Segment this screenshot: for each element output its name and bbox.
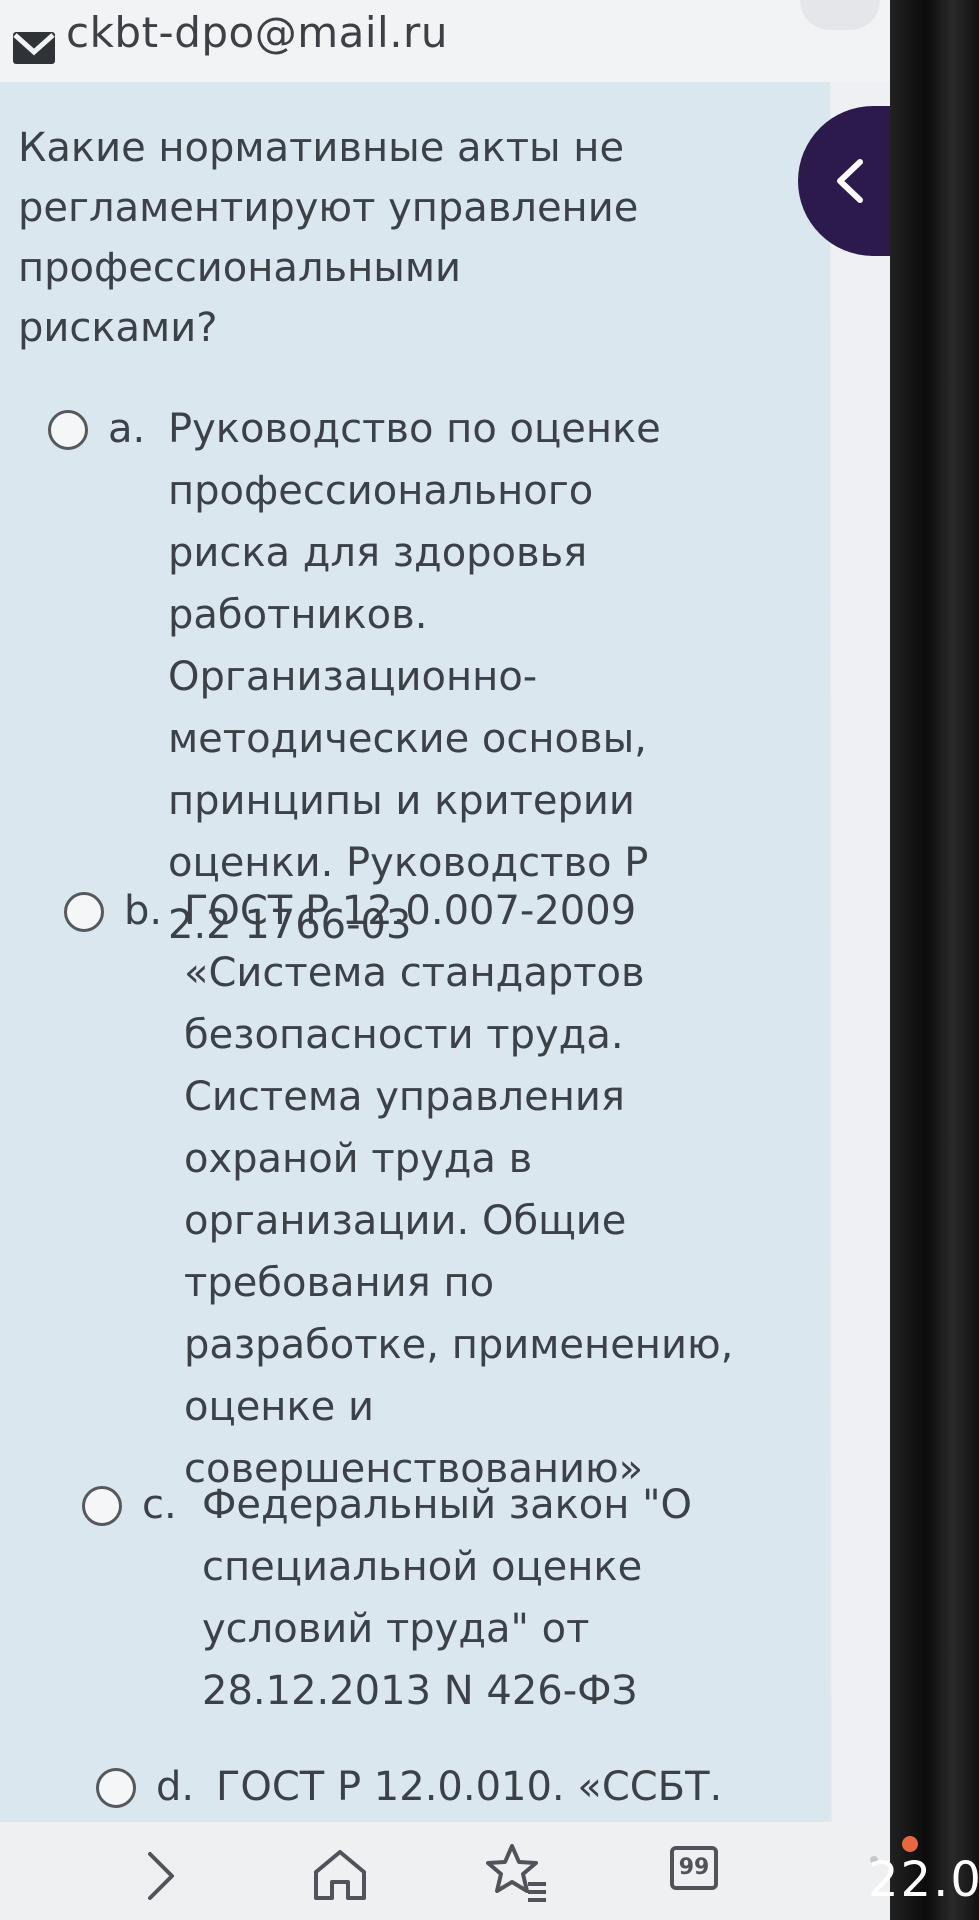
radio-button[interactable] bbox=[96, 1768, 136, 1808]
option-letter: b. bbox=[124, 888, 163, 934]
radio-button[interactable] bbox=[48, 410, 88, 450]
radio-button[interactable] bbox=[82, 1486, 122, 1526]
answer-option-c[interactable]: c. Федеральный закон "О специальной оцен… bbox=[82, 1474, 722, 1722]
answer-option-b[interactable]: b. ГОСТ Р 12.0.007-2009 «Система стандар… bbox=[64, 880, 744, 1500]
screen: ckbt-dpo@mail.ru Какие нормативные акты … bbox=[0, 0, 979, 1920]
radio-button[interactable] bbox=[64, 892, 104, 932]
chevron-right-icon[interactable] bbox=[140, 1848, 180, 1904]
answer-option-d[interactable]: d. ГОСТ Р 12.0.010. «ССБТ. bbox=[96, 1756, 736, 1818]
chevron-left-icon bbox=[837, 159, 863, 203]
envelope-icon bbox=[13, 32, 55, 64]
option-text: ГОСТ Р 12.0.007-2009 «Система стандартов… bbox=[184, 888, 734, 1492]
answer-option-a[interactable]: a. Руководство по оценке профессионально… bbox=[48, 398, 708, 956]
option-letter: a. bbox=[108, 406, 146, 452]
notification-dot bbox=[902, 1836, 918, 1852]
home-icon[interactable] bbox=[308, 1844, 372, 1904]
clock-time: 22.07 bbox=[868, 1852, 979, 1908]
bottom-navigation: 99 bbox=[0, 1822, 900, 1920]
quote-badge-count: 99 bbox=[678, 1855, 710, 1880]
option-text: ГОСТ Р 12.0.010. «ССБТ. bbox=[216, 1764, 723, 1810]
option-text: Руководство по оценке профессионального … bbox=[168, 406, 661, 948]
option-text: Федеральный закон "О специальной оценке … bbox=[202, 1482, 692, 1714]
option-letter: c. bbox=[142, 1482, 177, 1528]
device-bezel bbox=[890, 0, 979, 1920]
contact-email[interactable]: ckbt-dpo@mail.ru bbox=[66, 8, 448, 57]
question-text: Какие нормативные акты не регламентируют… bbox=[18, 125, 639, 351]
quote-badge-icon[interactable]: 99 bbox=[670, 1846, 718, 1890]
option-letter: d. bbox=[156, 1764, 195, 1810]
star-list-icon[interactable] bbox=[484, 1842, 550, 1904]
contact-bar: ckbt-dpo@mail.ru bbox=[0, 0, 900, 82]
